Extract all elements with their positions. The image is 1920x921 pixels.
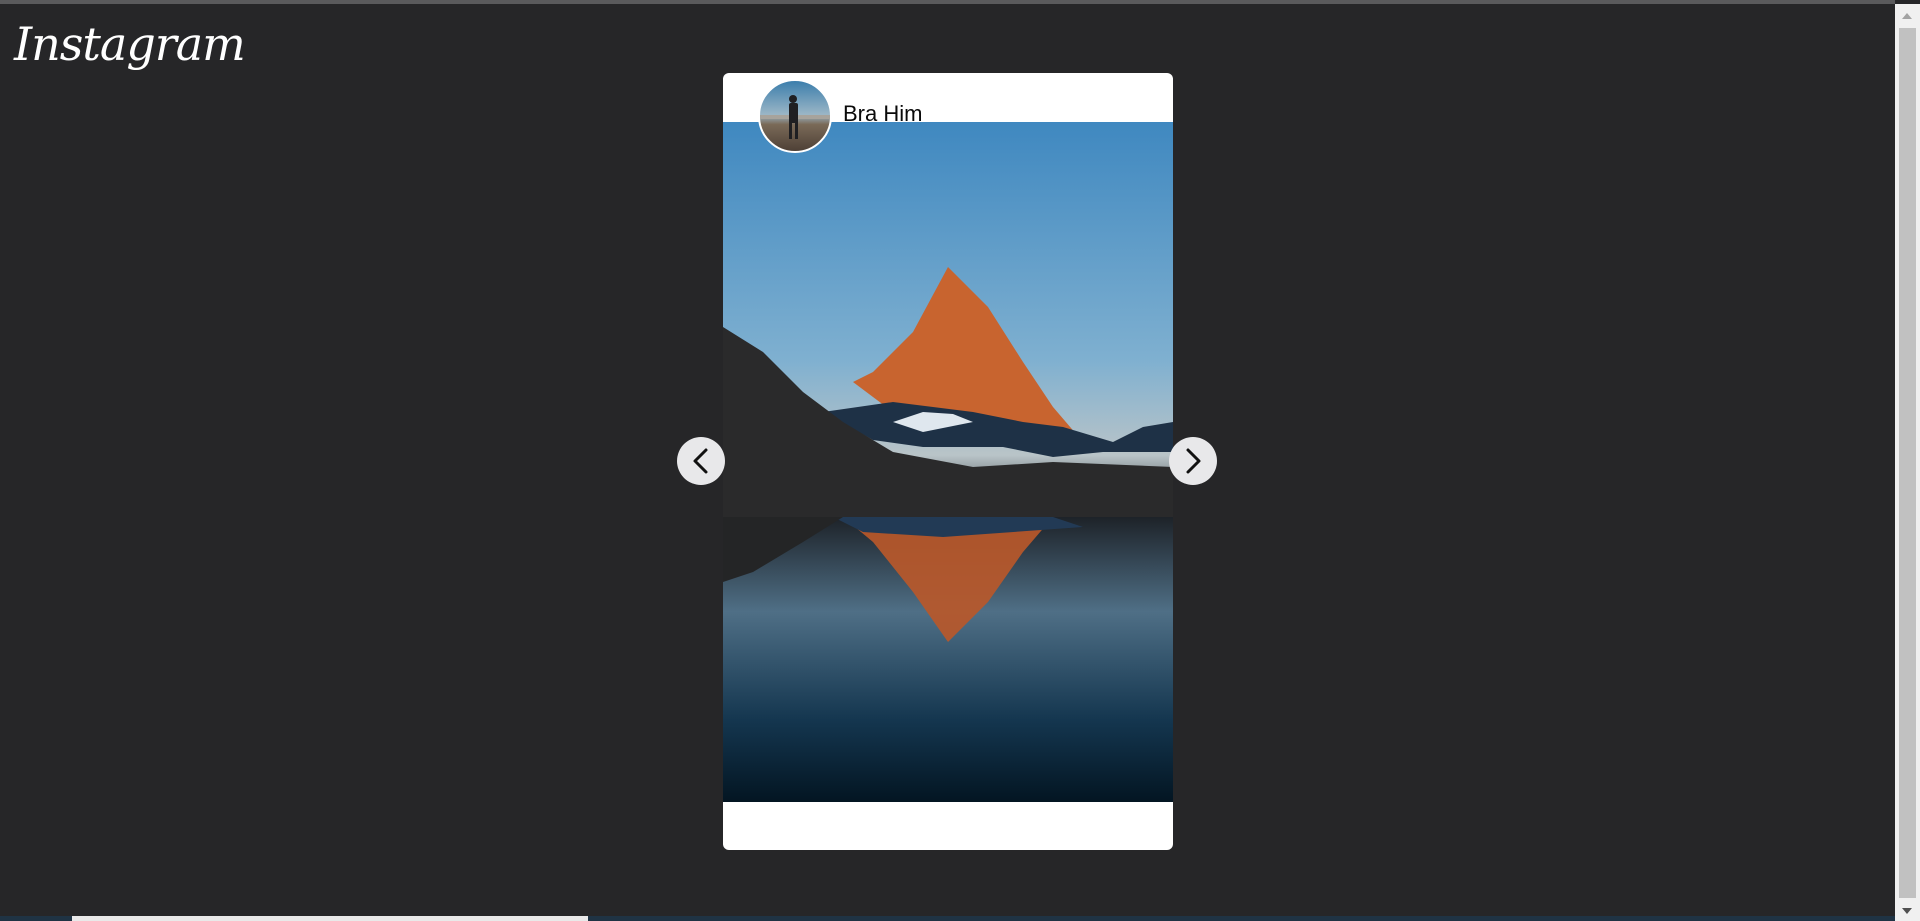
window-top-border bbox=[0, 0, 1895, 4]
vertical-scrollbar[interactable] bbox=[1895, 4, 1920, 921]
profile-photo-icon bbox=[760, 95, 830, 139]
scroll-up-icon[interactable] bbox=[1902, 13, 1912, 19]
chevron-left-icon bbox=[693, 448, 708, 474]
avatar[interactable] bbox=[758, 79, 832, 153]
rock-reflection bbox=[723, 517, 843, 582]
next-button[interactable] bbox=[1169, 437, 1217, 485]
previous-button[interactable] bbox=[677, 437, 725, 485]
post-username[interactable]: Bra Him bbox=[843, 101, 922, 127]
post-card: Bra Him bbox=[723, 73, 1173, 850]
scroll-thumb[interactable] bbox=[1899, 28, 1916, 898]
chevron-right-icon bbox=[1186, 448, 1201, 474]
post-image[interactable] bbox=[723, 122, 1173, 802]
mountain-scene bbox=[723, 267, 1173, 642]
instagram-logo[interactable]: Instagram bbox=[14, 14, 246, 74]
horizontal-scroll-thumb[interactable] bbox=[72, 916, 588, 921]
scroll-down-icon[interactable] bbox=[1902, 908, 1912, 914]
